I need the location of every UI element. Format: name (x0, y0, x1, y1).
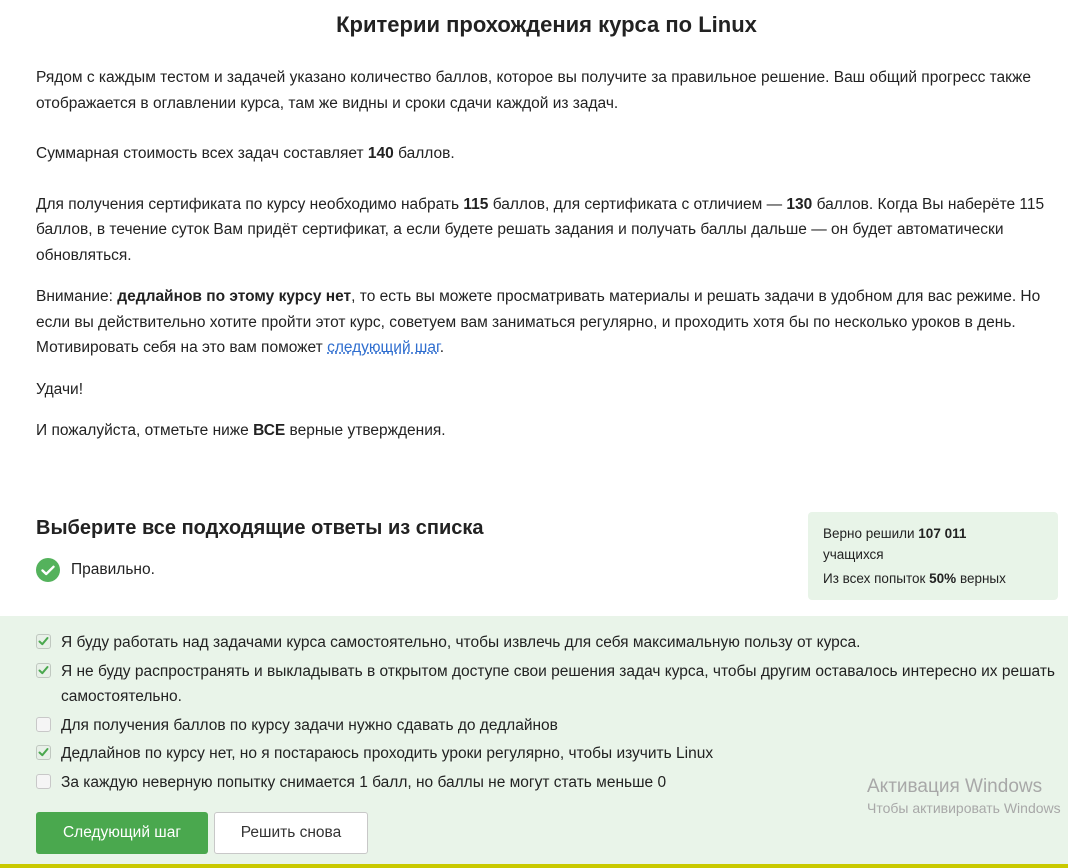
intro-paragraph-1: Рядом с каждым тестом и задачей указано … (36, 69, 1031, 112)
checkbox-checked-icon[interactable] (36, 745, 51, 760)
answer-list: Я буду работать над задачами курса самос… (36, 630, 1056, 798)
text-segment: Внимание: (36, 288, 118, 305)
answer-label: Дедлайнов по курсу нет, но я постараюсь … (61, 745, 714, 762)
intro-paragraph-5: Удачи! (36, 380, 83, 398)
answer-label: Я не буду распространять и выкладывать в… (61, 662, 1055, 706)
next-step-link[interactable]: следующий шаг (327, 339, 440, 356)
stats-label: Из всех попыток (823, 571, 930, 586)
text-segment: . (439, 339, 445, 356)
answer-label: Я буду работать над задачами курса самос… (61, 634, 861, 651)
intro-paragraph-2: Суммарная стоимость всех задач составляе… (36, 141, 1051, 167)
attempts-percent: 50% (929, 571, 957, 586)
page-title: Критерии прохождения курса по Linux (336, 12, 757, 37)
all-emphasis: ВСЕ (253, 422, 286, 439)
solved-suffix: учащихся (823, 547, 884, 562)
total-points: 140 (367, 145, 394, 162)
stats-label: Верно решили (823, 526, 919, 541)
checkbox-unchecked-icon[interactable] (36, 716, 51, 732)
answer-option[interactable]: Для получения баллов по курсу задачи нуж… (36, 713, 1056, 739)
checkbox-unchecked-icon[interactable] (36, 773, 51, 789)
result-status: Правильно. (36, 558, 155, 582)
answer-label: Для получения баллов по курсу задачи нуж… (61, 716, 558, 734)
bottom-edge (0, 864, 1068, 868)
answer-option[interactable]: Я не буду распространять и выкладывать в… (36, 659, 1056, 710)
retry-button[interactable]: Решить снова (214, 812, 368, 854)
intro-paragraph-4: Внимание: дедлайнов по этому курсу нет, … (36, 284, 1051, 361)
stats-panel: Верно решили 107 011 учащихся Из всех по… (808, 512, 1058, 600)
answer-label: За каждую неверную попытку снимается 1 б… (61, 773, 667, 791)
intro-paragraph-3: Для получения сертификата по курсу необх… (36, 192, 1051, 269)
distinction-points: 130 (786, 195, 813, 213)
text-segment: Для получения сертификата по курсу необх… (36, 195, 464, 213)
answer-option[interactable]: Я буду работать над задачами курса самос… (36, 630, 1056, 656)
check-circle-icon (36, 558, 60, 582)
result-text: Правильно. (71, 561, 155, 578)
solved-stats: Верно решили 107 011 (823, 523, 1043, 544)
step-text: Рядом с каждым тестом и задачей указано … (36, 65, 1051, 444)
next-step-button[interactable]: Следующий шаг (36, 812, 208, 854)
answers-panel: Я буду работать над задачами курса самос… (0, 616, 1068, 864)
text-segment: баллов. (393, 145, 455, 162)
text-segment: Суммарная стоимость всех задач составляе… (36, 145, 368, 162)
quiz-heading: Выберите все подходящие ответы из списка (36, 517, 484, 539)
attempts-stats: Из всех попыток 50% верных (823, 568, 1043, 589)
stats-label: верных (956, 571, 1006, 586)
solved-count: 107 011 (918, 526, 967, 541)
text-segment: верные утверждения. (285, 422, 446, 439)
no-deadlines-text: дедлайнов по этому курсу нет (117, 288, 352, 305)
checkbox-checked-icon[interactable] (36, 634, 51, 649)
text-segment: баллов, для сертификата с отличием — (488, 195, 787, 213)
checkbox-checked-icon[interactable] (36, 662, 51, 678)
answer-option[interactable]: Дедлайнов по курсу нет, но я постараюсь … (36, 741, 1056, 767)
watermark-title: Активация Windows (867, 776, 1043, 797)
windows-activation-watermark: Активация Windows Чтобы активировать Win… (867, 776, 1061, 818)
text-segment: И пожалуйста, отметьте ниже (36, 422, 254, 439)
certificate-points: 115 (463, 195, 489, 213)
intro-paragraph-6: И пожалуйста, отметьте ниже ВСЕ верные у… (36, 418, 1051, 444)
step-page: Критерии прохождения курса по Linux Рядо… (0, 0, 1068, 868)
watermark-subtitle: Чтобы активировать Windows (867, 800, 1061, 816)
